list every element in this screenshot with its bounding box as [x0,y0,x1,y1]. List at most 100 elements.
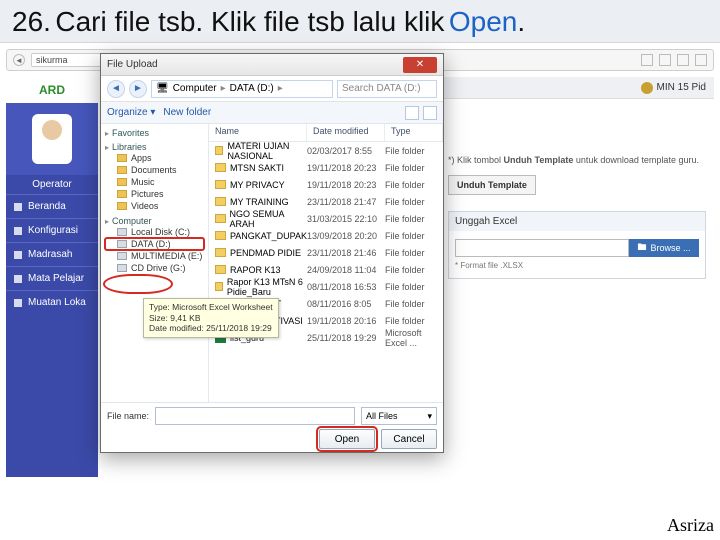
upload-panel-title: Unggah Excel [449,212,705,231]
chevron-right-icon: ▸ [278,83,283,94]
home-icon[interactable] [659,54,671,66]
help-icon[interactable] [423,106,437,120]
file-name: PANGKAT_DUPAK [230,231,307,241]
filetype-select[interactable]: All Files▾ [361,407,437,425]
browse-button[interactable]: 🖿Browse ... [629,239,699,257]
col-date[interactable]: Date modified [307,124,385,141]
app-logo: ARD [6,77,98,103]
filetype-value: All Files [366,411,398,421]
file-type: File folder [385,299,443,309]
file-row[interactable]: NGO SEMUA ARAH31/03/2015 22:10File folde… [209,210,443,227]
file-row[interactable]: MY PRIVACY19/11/2018 20:23File folder [209,176,443,193]
hint-suffix: untuk download template guru. [573,155,699,165]
crumb-root: Computer [173,83,217,94]
file-row[interactable]: PENDMAD PIDIE23/11/2018 21:46File folder [209,244,443,261]
column-headers[interactable]: Name Date modified Type [209,124,443,142]
view-icon[interactable] [405,106,419,120]
file-name: MY PRIVACY [230,180,285,190]
tree-libraries[interactable]: Libraries [105,142,204,152]
gear-icon [14,227,22,235]
col-type[interactable]: Type [385,124,443,141]
folder-icon [215,163,226,172]
file-row[interactable]: PANGKAT_DUPAK13/09/2018 20:20File folder [209,227,443,244]
step-number: 26. [12,6,51,37]
dialog-search[interactable]: Search DATA (D:) [337,80,437,98]
file-date: 08/11/2018 16:53 [307,282,385,292]
file-type: File folder [385,316,443,326]
tree-videos[interactable]: Videos [105,200,204,212]
sidebar-label: Konfigurasi [28,225,78,236]
author-name: Asriza [667,515,714,536]
file-row[interactable]: MY TRAINING23/11/2018 21:47File folder [209,193,443,210]
download-template-button[interactable]: Unduh Template [448,175,536,195]
file-type: File folder [385,265,443,275]
breadcrumb[interactable]: 🖥 Computer ▸ DATA (D:) ▸ [151,80,333,98]
drive-icon [117,252,127,260]
folder-icon [117,154,127,162]
building-icon [14,251,22,259]
tree-documents[interactable]: Documents [105,164,204,176]
sidebar-item-mapel[interactable]: Mata Pelajar [6,266,98,290]
file-date: 13/09/2018 20:20 [307,231,385,241]
nav-back-button[interactable]: ◄ [107,80,125,98]
step-period: . [517,6,525,37]
nav-forward-button[interactable]: ► [129,80,147,98]
step-keyword: Open [449,6,518,37]
organize-menu[interactable]: Organize ▾ [107,107,155,118]
sidebar-item-madrasah[interactable]: Madrasah [6,242,98,266]
upload-filepath-field[interactable] [455,239,629,257]
folder-icon [117,202,127,210]
file-row[interactable]: MATERI UJIAN NASIONAL02/03/2017 8:55File… [209,142,443,159]
file-name: NGO SEMUA ARAH [230,209,307,229]
sidebar-item-muatan[interactable]: Muatan Loka [6,290,98,314]
tree-drive-g[interactable]: CD Drive (G:) [105,262,204,274]
hint-text: *) Klik tombol Unduh Template untuk down… [448,155,706,165]
sidebar-item-konfigurasi[interactable]: Konfigurasi [6,218,98,242]
close-button[interactable]: ✕ [403,57,437,73]
file-date: 19/11/2018 20:16 [307,316,385,326]
file-type: File folder [385,197,443,207]
dialog-titlebar[interactable]: File Upload ✕ [101,54,443,76]
download-icon[interactable] [677,54,689,66]
file-type: File folder [385,231,443,241]
file-date: 24/09/2018 11:04 [307,265,385,275]
file-row[interactable]: RAPOR K13 24/09/2018 11:04File folder [209,261,443,278]
new-folder-button[interactable]: New folder [163,107,211,118]
folder-icon [117,190,127,198]
folder-icon [215,231,226,240]
sidebar-item-beranda[interactable]: Beranda [6,194,98,218]
filename-input[interactable] [155,407,355,425]
folder-icon [215,265,226,274]
open-button[interactable]: Open [319,429,375,449]
file-tooltip: Type: Microsoft Excel Worksheet Size: 9,… [143,298,279,338]
file-listing: Name Date modified Type MATERI UJIAN NAS… [209,124,443,402]
file-row[interactable]: MTSN SAKTI19/11/2018 20:23File folder [209,159,443,176]
cancel-button[interactable]: Cancel [381,429,437,449]
tree-drive-d[interactable]: DATA (D:) [105,238,204,250]
back-button[interactable]: ◄ [13,54,25,66]
drive-icon [117,240,127,248]
folder-icon [117,178,127,186]
file-type: Microsoft Excel ... [385,328,443,348]
file-date: 19/11/2018 20:23 [307,180,385,190]
tree-computer[interactable]: Computer [105,216,204,226]
slide-title: 26. Cari file tsb. Klik file tsb lalu kl… [0,0,720,43]
sidebar-label: Madrasah [28,249,72,260]
file-type: File folder [385,163,443,173]
bookmark-icon[interactable] [641,54,653,66]
sidebar-label: Mata Pelajar [28,273,84,284]
menu-icon[interactable] [695,54,707,66]
col-name[interactable]: Name [209,124,307,141]
hint-bold: Unduh Template [504,155,574,165]
tree-drive-e[interactable]: MULTIMEDIA (E:) [105,250,204,262]
school-name: MIN 15 Pid [657,82,706,93]
tree-favorites[interactable]: Favorites [105,128,204,138]
tree-pictures[interactable]: Pictures [105,188,204,200]
file-name: RAPOR K13 [230,265,281,275]
file-row[interactable]: Rapor K13 MTsN 6 Pidie_Baru08/11/2018 16… [209,278,443,295]
file-date: 23/11/2018 21:46 [307,248,385,258]
tree-music[interactable]: Music [105,176,204,188]
app-sidebar: ARD Operator Beranda Konfigurasi Madrasa… [6,77,98,477]
tree-drive-c[interactable]: Local Disk (C:) [105,226,204,238]
tree-apps[interactable]: Apps [105,152,204,164]
